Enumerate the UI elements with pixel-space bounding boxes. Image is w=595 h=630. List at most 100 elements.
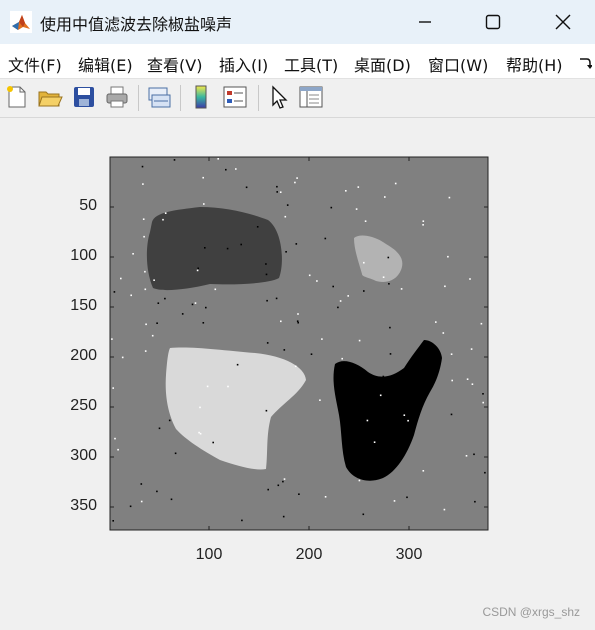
noise-dot bbox=[310, 353, 313, 355]
menu-help[interactable]: 帮助(H) bbox=[506, 52, 563, 76]
noise-dot bbox=[469, 278, 471, 280]
noise-dot bbox=[114, 437, 116, 440]
menu-edit[interactable]: 编辑(E) bbox=[78, 52, 133, 76]
noise-dot bbox=[111, 338, 113, 340]
menu-tools[interactable]: 工具(T) bbox=[284, 52, 338, 76]
noise-dot bbox=[444, 285, 446, 288]
noise-dot bbox=[332, 285, 334, 288]
noise-dot bbox=[284, 215, 287, 218]
noise-dot bbox=[389, 353, 392, 355]
noise-dot bbox=[358, 339, 361, 342]
noise-dot bbox=[212, 441, 214, 444]
noise-dot bbox=[471, 383, 474, 385]
noise-dot bbox=[450, 353, 453, 355]
maximize-icon bbox=[485, 14, 501, 30]
noise-dot bbox=[466, 378, 469, 380]
noise-dot bbox=[196, 269, 199, 272]
noise-dot bbox=[296, 177, 298, 179]
noise-dot bbox=[393, 500, 396, 502]
colorbar-icon[interactable] bbox=[188, 84, 214, 110]
y-tick-label: 200 bbox=[70, 347, 97, 364]
noise-dot bbox=[450, 413, 453, 416]
y-tick-label: 300 bbox=[70, 447, 97, 464]
y-tick-label: 100 bbox=[70, 247, 97, 264]
noise-dot bbox=[447, 255, 449, 258]
noise-dot bbox=[373, 441, 376, 443]
maximize-button[interactable] bbox=[470, 0, 516, 44]
noise-dot bbox=[174, 452, 177, 455]
noise-dot bbox=[206, 385, 209, 388]
noise-dot bbox=[295, 243, 298, 245]
noise-dot bbox=[294, 365, 297, 368]
noise-dot bbox=[403, 414, 406, 416]
noise-dot bbox=[225, 168, 227, 171]
noise-dot bbox=[205, 306, 207, 309]
noise-dot bbox=[129, 505, 132, 508]
noise-dot bbox=[214, 288, 217, 291]
noise-dot bbox=[277, 484, 280, 487]
noise-dot bbox=[144, 270, 146, 273]
noise-dot bbox=[388, 283, 390, 285]
window-title: 使用中值滤波去除椒盐噪声 bbox=[40, 15, 233, 34]
noise-dot bbox=[199, 406, 201, 409]
noise-dot bbox=[194, 302, 197, 304]
legend-icon[interactable] bbox=[222, 84, 248, 110]
menu-insert[interactable]: 插入(I) bbox=[219, 52, 268, 76]
noise-dot bbox=[164, 212, 167, 214]
menu-window[interactable]: 窗口(W) bbox=[428, 52, 488, 76]
noise-dot bbox=[132, 253, 134, 255]
noise-dot bbox=[382, 276, 385, 278]
noise-dot bbox=[442, 332, 445, 334]
noise-dot bbox=[321, 338, 323, 340]
noise-dot bbox=[330, 206, 333, 209]
noise-dot bbox=[164, 297, 166, 300]
menu-file[interactable]: 文件(F) bbox=[8, 52, 62, 76]
y-tick-label: 250 bbox=[70, 397, 97, 414]
open-file-icon[interactable] bbox=[37, 84, 63, 110]
noise-dot bbox=[266, 342, 269, 344]
noise-dot bbox=[283, 478, 286, 480]
noise-dot bbox=[480, 322, 483, 325]
new-figure-icon[interactable] bbox=[4, 84, 30, 110]
noise-dot bbox=[276, 191, 278, 193]
noise-dot bbox=[153, 279, 155, 281]
close-icon bbox=[555, 14, 571, 30]
noise-dot bbox=[283, 349, 286, 351]
menu-view[interactable]: 查看(V) bbox=[147, 52, 202, 76]
noise-dot bbox=[144, 350, 147, 352]
noise-dot bbox=[236, 363, 239, 366]
noise-dot bbox=[384, 196, 386, 198]
noise-dot bbox=[363, 290, 365, 292]
noise-dot bbox=[364, 220, 367, 222]
noise-dot bbox=[181, 313, 184, 315]
menu-desktop[interactable]: 桌面(D) bbox=[354, 52, 411, 76]
noise-dot bbox=[482, 393, 484, 395]
noise-dot bbox=[473, 453, 475, 456]
noise-dot bbox=[112, 520, 114, 522]
minimize-button[interactable] bbox=[402, 0, 448, 44]
noise-dot bbox=[484, 471, 486, 474]
noise-dot bbox=[391, 394, 393, 397]
noise-dot bbox=[144, 288, 147, 291]
noise-dot bbox=[294, 181, 296, 184]
y-tick-label: 350 bbox=[70, 497, 97, 514]
noise-dot bbox=[141, 165, 144, 168]
save-icon[interactable] bbox=[71, 84, 97, 110]
noise-dot bbox=[394, 182, 397, 185]
noise-dot bbox=[117, 448, 119, 451]
noise-dot bbox=[265, 409, 268, 412]
menu-overflow-arrow-icon[interactable] bbox=[578, 56, 592, 70]
print-icon[interactable] bbox=[104, 84, 130, 110]
close-button[interactable] bbox=[540, 0, 586, 44]
edit-plot-pointer-icon[interactable] bbox=[266, 84, 292, 110]
noise-dot bbox=[337, 306, 339, 309]
noise-dot bbox=[217, 158, 219, 160]
noise-dot bbox=[363, 261, 365, 264]
noise-dot bbox=[324, 496, 327, 498]
noise-dot bbox=[226, 247, 229, 250]
noise-dot bbox=[407, 419, 409, 422]
noise-dot bbox=[140, 500, 143, 503]
noise-dot bbox=[140, 483, 143, 485]
property-inspector-icon[interactable] bbox=[298, 84, 324, 110]
link-axes-icon[interactable] bbox=[146, 84, 172, 110]
